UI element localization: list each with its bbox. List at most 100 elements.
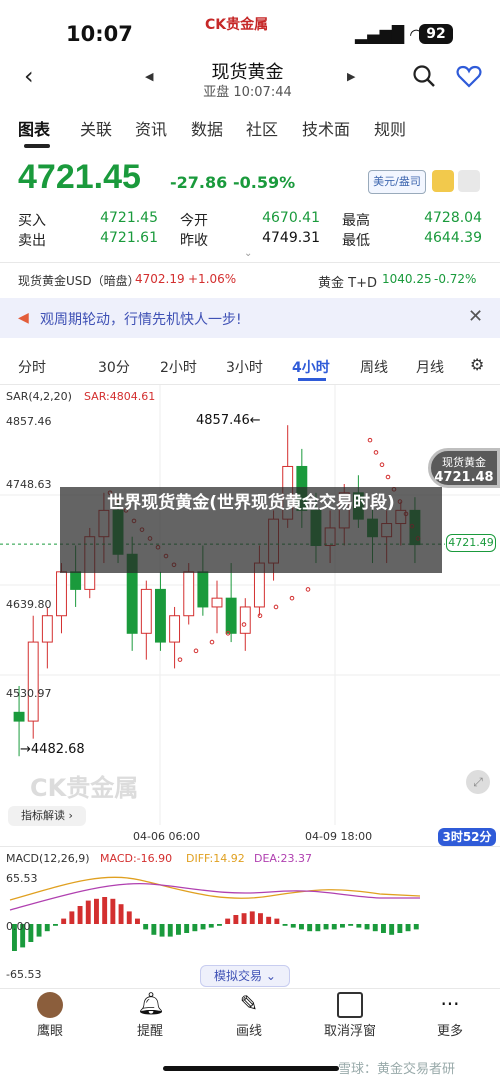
- candle: [197, 571, 209, 608]
- fullscreen-icon[interactable]: ⤢: [466, 770, 490, 794]
- tab-community[interactable]: 社区: [246, 116, 278, 140]
- banner-text[interactable]: 观周期轮动，行情先机快人一步!: [40, 309, 242, 329]
- sim-trade-button[interactable]: 模拟交易 ⌄: [200, 965, 290, 987]
- ticker-left-price: 4702.19: [135, 272, 185, 286]
- tab-rules[interactable]: 规则: [374, 116, 406, 140]
- macd-bar: [364, 924, 370, 930]
- nav-cancel-float[interactable]: 取消浮窗: [315, 1020, 385, 1039]
- next-instrument-icon[interactable]: ▶: [347, 70, 355, 83]
- indicator-explain-button[interactable]: 指标解读 ›: [8, 806, 86, 826]
- sar-dot: [289, 595, 295, 601]
- close-icon[interactable]: ✕: [468, 306, 483, 327]
- macd-chart[interactable]: [0, 866, 500, 966]
- tab-technical[interactable]: 技术面: [302, 116, 350, 140]
- sar-dot: [209, 639, 215, 645]
- macd-bar: [94, 898, 99, 924]
- macd-bar: [176, 924, 181, 935]
- settings-gear-icon[interactable]: ⚙: [470, 355, 484, 374]
- current-line-price: 4721.49: [446, 534, 496, 552]
- sar-dot: [305, 587, 311, 592]
- prev-instrument-icon[interactable]: ◀: [145, 70, 153, 83]
- speaker-icon: ◀: [18, 310, 29, 326]
- period-4h[interactable]: 4小时: [292, 357, 330, 377]
- y-label-4: 4530.97: [6, 687, 52, 700]
- macd-bar: [126, 911, 132, 924]
- macd-bar: [290, 924, 296, 928]
- nav-more[interactable]: 更多: [415, 1020, 485, 1039]
- x-label-2: 04-09 18:00: [305, 830, 373, 843]
- tab-data[interactable]: 数据: [191, 116, 223, 140]
- ticker-right-price: 1040.25: [382, 272, 432, 286]
- macd-bar: [77, 906, 83, 924]
- gold-icon[interactable]: [432, 170, 454, 192]
- nav-eagle-eye[interactable]: 鹰眼: [15, 1020, 85, 1039]
- sar-dot: [177, 657, 183, 662]
- period-timeshare[interactable]: 分时: [18, 357, 46, 377]
- tab-related[interactable]: 关联: [80, 116, 112, 140]
- macd-bar: [151, 924, 157, 935]
- tab-news[interactable]: 资讯: [135, 116, 167, 140]
- macd-bar: [184, 924, 190, 933]
- period-month[interactable]: 月线: [416, 357, 444, 377]
- float-window-icon[interactable]: [337, 992, 363, 1018]
- ask-label: 卖出: [18, 233, 46, 249]
- tag-name: 现货黄金: [442, 456, 486, 469]
- expand-icon[interactable]: [458, 170, 480, 192]
- macd-title: MACD(12,26,9): [6, 852, 90, 865]
- nav-alert[interactable]: 提醒: [115, 1020, 185, 1039]
- sar-dot: [373, 450, 379, 455]
- bell-icon[interactable]: 🔔︎: [137, 992, 165, 1018]
- macd-bar: [340, 924, 345, 928]
- candle: [41, 615, 53, 643]
- macd-bar: [192, 924, 198, 932]
- macd-bar: [135, 918, 140, 924]
- tab-chart[interactable]: 图表: [18, 116, 50, 140]
- macd-bar: [102, 897, 108, 924]
- candle: [211, 597, 223, 608]
- pen-icon[interactable]: ✎: [236, 992, 262, 1018]
- macd-bar: [381, 924, 386, 933]
- macd-bar: [413, 924, 419, 930]
- y-label-2: 4748.63: [6, 478, 52, 491]
- macd-bar: [118, 904, 124, 924]
- search-icon[interactable]: [412, 64, 436, 88]
- candle: [169, 615, 181, 643]
- favorite-heart-icon[interactable]: [456, 64, 482, 88]
- more-icon[interactable]: ···: [437, 992, 463, 1018]
- signal-wifi-icon: ▂▄▆█ ◠: [355, 25, 424, 44]
- session-time: 亚盘 10:07:44: [203, 85, 292, 100]
- eagle-eye-icon[interactable]: [37, 992, 63, 1018]
- home-indicator: [163, 1066, 339, 1071]
- macd-bar: [61, 918, 67, 924]
- back-icon[interactable]: ‹: [24, 62, 34, 90]
- ticker-left-pct: +1.06%: [188, 272, 237, 286]
- ticker-right-name[interactable]: 黄金 T+D: [318, 272, 377, 291]
- macd-bar: [85, 900, 91, 924]
- period-2h[interactable]: 2小时: [160, 357, 197, 377]
- macd-bar: [208, 924, 214, 928]
- macd-bar: [53, 924, 58, 926]
- prev-close-label: 昨收: [180, 233, 208, 249]
- candle: [13, 711, 25, 722]
- expand-chevron-icon[interactable]: ⌄: [244, 248, 252, 259]
- period-30m[interactable]: 30分: [98, 357, 130, 377]
- candlestick-chart[interactable]: [0, 385, 500, 825]
- macd-bar: [274, 918, 280, 924]
- currency-unit[interactable]: 美元/盎司: [368, 170, 426, 194]
- y-label-1: 4857.46: [6, 415, 52, 428]
- nav-draw[interactable]: 画线: [214, 1020, 284, 1039]
- period-3h[interactable]: 3小时: [226, 357, 263, 377]
- macd-bar: [225, 918, 231, 924]
- brand-logo: CK贵金属: [205, 17, 269, 33]
- overlay-title: 世界现货黄金(世界现货黄金交易时段): [60, 487, 442, 573]
- candle: [56, 571, 67, 617]
- period-underline: [298, 378, 326, 381]
- candle: [155, 588, 166, 643]
- ticker-left-name[interactable]: 现货黄金USD（暗盘）: [18, 272, 140, 289]
- period-week[interactable]: 周线: [360, 357, 388, 377]
- macd-bar: [307, 924, 313, 932]
- price-change-pct: -0.59%: [233, 173, 296, 192]
- high-marker: 4857.46←: [196, 413, 261, 428]
- macd-bar: [356, 924, 362, 928]
- macd-bar: [315, 924, 321, 932]
